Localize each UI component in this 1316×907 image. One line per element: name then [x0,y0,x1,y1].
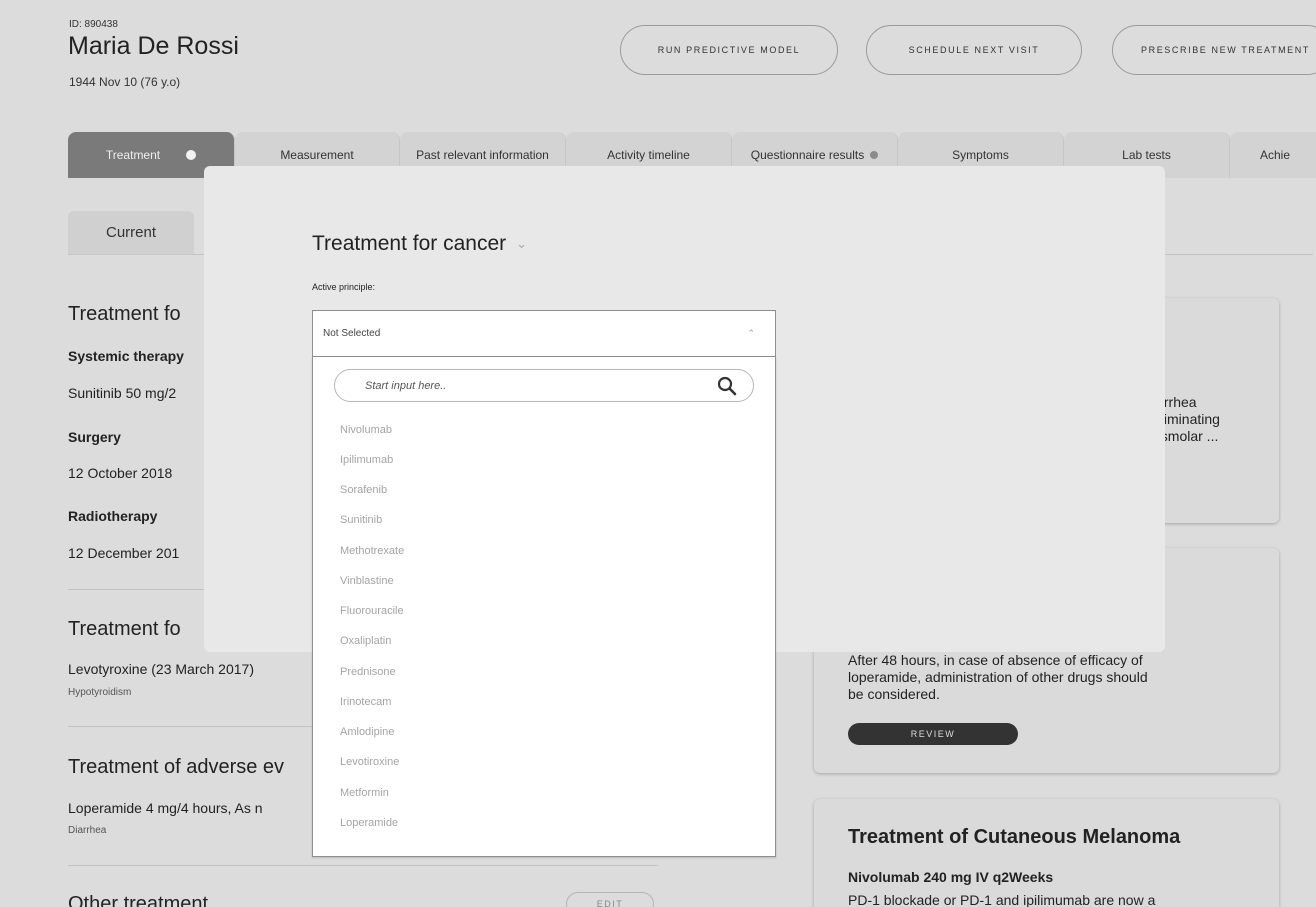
prescribe-new-treatment-button[interactable]: PRESCRIBE NEW TREATMENT [1112,25,1316,75]
option-sunitinib[interactable]: Sunitinib [340,514,382,526]
option-ipilimumab[interactable]: Ipilimumab [340,454,393,466]
tab-label: Lab tests [1122,148,1171,162]
option-metformin[interactable]: Metformin [340,787,389,799]
search-input[interactable]: Start input here.. [334,369,754,402]
tab-label: Symptoms [952,148,1009,162]
tab-label: Questionnaire results [750,148,865,162]
option-levotiroxine[interactable]: Levotiroxine [340,756,399,768]
tab-achievements[interactable]: Achie [1230,132,1316,178]
search-placeholder: Start input here.. [365,379,447,392]
patient-page: ID: 890438 Maria De Rossi 1944 Nov 10 (7… [0,0,1316,907]
option-prednisone[interactable]: Prednisone [340,666,396,678]
tab-label: Achie [1260,148,1291,162]
section-title-adverse-events: Treatment of adverse ev [68,756,285,778]
melanoma-treatment-card: Treatment of Cutaneous Melanoma Nivoluma… [814,799,1279,907]
section-title-other-conditions: Treatment fo [68,618,181,640]
chevron-down-icon[interactable]: ⌄ [516,236,527,252]
tab-label: Activity timeline [607,148,690,162]
tab-label: Past relevant information [416,148,549,162]
card-text: After 48 hours, in case of absence of ef… [848,652,1143,668]
levotyroxine-entry: Levotyroxine (23 March 2017) [68,661,254,677]
tab-label: Treatment [105,148,161,162]
card-text: PD-1 blockade or PD-1 and ipilimumab are… [848,892,1156,907]
option-amlodipine[interactable]: Amlodipine [340,726,394,738]
edit-button[interactable]: EDIT [566,892,654,907]
card-text: loperamide, administration of other drug… [848,669,1148,685]
active-principle-select[interactable]: Not Selected ⌃ [312,310,776,357]
subtab-current[interactable]: Current [68,211,194,254]
radiotherapy-value: 12 December 201 [68,545,180,561]
run-predictive-model-button[interactable]: RUN PREDICTIVE MODEL [620,25,838,75]
option-sorafenib[interactable]: Sorafenib [340,484,387,496]
review-button[interactable]: REVIEW [848,723,1018,745]
option-loperamide[interactable]: Loperamide [340,817,398,829]
card-text: be considered. [848,686,940,702]
section-title-cancer: Treatment fo [68,303,181,325]
tab-label: Measurement [280,148,354,162]
active-principle-label: Active principle: [312,282,376,292]
select-value: Not Selected [323,328,381,339]
systemic-therapy-label: Systemic therapy [68,348,184,364]
patient-dob: 1944 Nov 10 (76 y.o) [69,75,181,89]
radiotherapy-label: Radiotherapy [68,508,158,524]
hypotyroidism-label: Hypotyroidism [68,687,132,698]
loperamide-entry: Loperamide 4 mg/4 hours, As n [68,800,263,816]
active-principle-dropdown: Start input here.. Nivolumab Ipilimumab … [312,357,776,857]
modal-title-text: Treatment for cancer [312,232,507,255]
card-title: Treatment of Cutaneous Melanoma [848,826,1181,848]
section-title-other-treatment: Other treatment [68,893,209,907]
option-vinblastine[interactable]: Vinblastine [340,575,394,587]
modal-title[interactable]: Treatment for cancer ⌄ [312,232,527,256]
section-divider [68,865,658,866]
option-methotrexate[interactable]: Methotrexate [340,545,404,557]
chevron-up-icon[interactable]: ⌃ [747,328,755,339]
surgery-label: Surgery [68,429,121,445]
systemic-therapy-value: Sunitinib 50 mg/2 [68,385,177,401]
patient-name: Maria De Rossi [68,32,239,60]
patient-id: ID: 890438 [69,19,118,30]
surgery-value: 12 October 2018 [68,465,173,481]
option-oxaliplatin[interactable]: Oxaliplatin [340,635,391,647]
diarrhea-label: Diarrhea [68,825,107,836]
search-icon[interactable] [717,376,737,396]
option-nivolumab[interactable]: Nivolumab [340,424,392,436]
option-irinotecam[interactable]: Irinotecam [340,696,391,708]
notification-dot-icon [186,150,197,160]
option-fluorouracile[interactable]: Fluorouracile [340,605,404,617]
schedule-next-visit-button[interactable]: SCHEDULE NEXT VISIT [866,25,1082,75]
notification-dot-icon [870,151,879,159]
card-subtitle: Nivolumab 240 mg IV q2Weeks [848,869,1054,885]
